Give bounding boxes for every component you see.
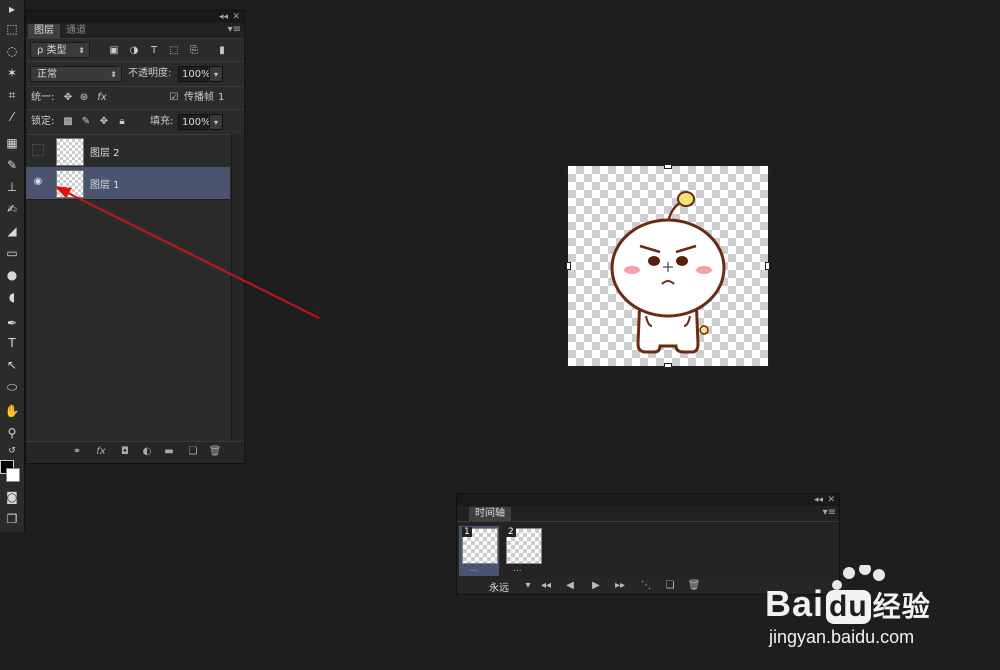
duplicate-frame-icon[interactable]: ❏ xyxy=(663,579,677,593)
arrow-head xyxy=(54,186,72,198)
transform-corner[interactable] xyxy=(760,164,770,174)
character-illustration xyxy=(610,191,726,354)
transform-handle[interactable] xyxy=(664,363,672,368)
previous-frame-icon[interactable]: ◀ xyxy=(563,579,577,593)
collapse-icon[interactable]: ◂◂ xyxy=(814,494,823,506)
frame-delay[interactable]: ... xyxy=(513,564,522,574)
watermark-brand-paw: du xyxy=(826,590,871,624)
panel-titlebar: ◂◂ ✕ xyxy=(457,494,839,506)
trash-icon[interactable]: 🗑︎ xyxy=(687,579,701,593)
transform-handle[interactable] xyxy=(765,262,770,270)
play-icon[interactable]: ▶ xyxy=(589,579,603,593)
loop-select[interactable]: 永远 xyxy=(489,579,509,594)
frame-2[interactable]: 2 ... xyxy=(503,526,543,576)
watermark-url: jingyan.baidu.com xyxy=(769,627,915,647)
watermark-brand-cn: 经验 xyxy=(872,591,931,622)
transform-corner[interactable] xyxy=(760,358,770,368)
transform-handle[interactable] xyxy=(566,262,571,270)
panel-tabs: 时间轴 ▾≡ xyxy=(457,506,839,522)
arrow-line xyxy=(61,189,320,319)
frame-delay[interactable]: ... xyxy=(469,564,478,574)
watermark-brand: Bai xyxy=(765,583,825,624)
watermark-logo: Bai du 经验 xyxy=(765,583,931,625)
panel-menu-icon[interactable]: ▾≡ xyxy=(823,507,836,518)
document-canvas[interactable] xyxy=(566,164,770,368)
baidu-watermark: Bai du 经验 jingyan.baidu.com xyxy=(765,565,995,665)
transform-corner[interactable] xyxy=(566,358,576,368)
transform-corner[interactable] xyxy=(566,164,576,174)
transform-handle[interactable] xyxy=(664,164,672,169)
tween-icon[interactable]: ⋱ xyxy=(639,579,653,593)
frame-number: 2 xyxy=(506,527,516,537)
frame-number: 1 xyxy=(462,527,472,537)
chevron-down-icon[interactable]: ▾ xyxy=(521,579,535,593)
next-frame-icon[interactable]: ▸▸ xyxy=(613,579,627,593)
tab-timeline[interactable]: 时间轴 xyxy=(469,507,511,521)
first-frame-icon[interactable]: ◂◂ xyxy=(539,579,553,593)
frame-1[interactable]: 1 ... xyxy=(459,526,499,576)
close-icon[interactable]: ✕ xyxy=(827,494,835,506)
